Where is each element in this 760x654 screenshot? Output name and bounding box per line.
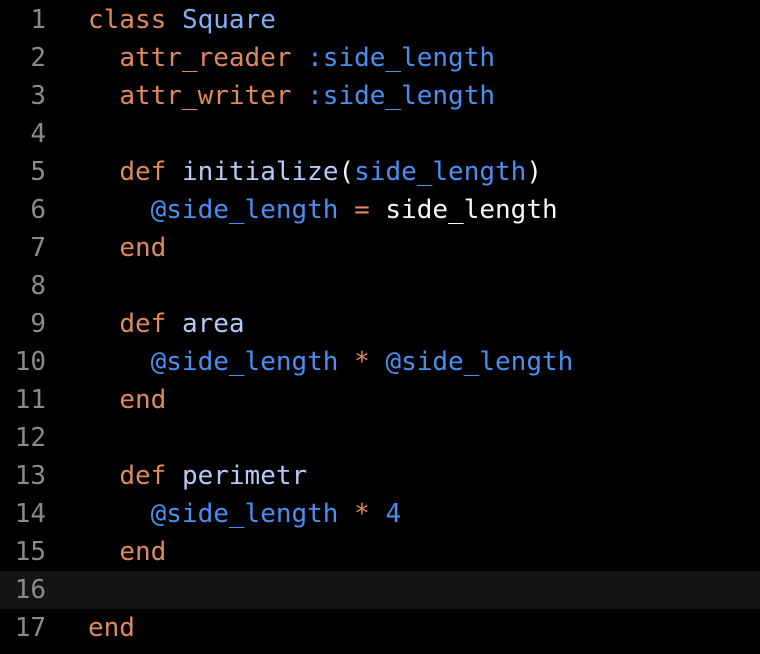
code-line[interactable]: 8 [0,267,760,305]
code-text: end [88,229,166,267]
code-line[interactable]: 14 @side_length * 4 [0,495,760,533]
class-name-token: Square [181,5,276,35]
code-line[interactable]: 10 @side_length * @side_length [0,343,760,381]
operator-token: = [354,195,370,225]
line-number: 17 [14,613,46,643]
code-text: @side_length * 4 [88,495,401,533]
instance-variable-token: @side_length [150,347,339,377]
line-number: 10 [14,347,46,377]
instance-variable-token: @side_length [150,195,339,225]
code-line[interactable]: 12 [0,419,760,457]
instance-variable-token: @side_length [150,499,339,529]
code-text: class Square [88,1,276,39]
line-number: 7 [30,233,46,263]
code-text: attr_reader :side_length [88,39,495,77]
line-number: 3 [30,81,46,111]
code-line[interactable]: 16 [0,571,760,609]
punctuation-token: ) [526,157,542,187]
code-line[interactable]: 6 @side_length = side_length [0,191,760,229]
operator-token: * [354,347,370,377]
line-number: 1 [30,5,46,35]
keyword-token: attr_reader [119,43,292,73]
method-name-token: initialize [181,157,339,187]
code-line[interactable]: 5 def initialize(side_length) [0,153,760,191]
method-name-token: perimetr [181,461,308,491]
code-line[interactable]: 1 class Square [0,1,760,39]
keyword-token: end [119,537,167,567]
code-text: def area [88,305,245,343]
keyword-token: def [119,461,167,491]
code-line[interactable]: 2 attr_reader :side_length [0,39,760,77]
code-text: end [88,609,135,647]
code-text: @side_length = side_length [88,191,558,229]
symbol-token: side_length [354,157,527,187]
line-number: 14 [14,499,46,529]
code-line[interactable]: 9 def area [0,305,760,343]
punctuation-token: ( [338,157,355,187]
line-number: 9 [30,309,46,339]
keyword-token: end [119,385,167,415]
method-name-token: area [181,309,245,339]
code-text: end [88,533,166,571]
keyword-token: attr_writer [119,81,292,111]
keyword-token: end [88,613,135,643]
code-line[interactable]: 4 [0,115,760,153]
keyword-token: end [119,233,167,263]
symbol-token: :side_length [307,81,495,111]
line-number: 5 [30,157,46,187]
code-text: attr_writer :side_length [88,77,495,115]
code-line[interactable]: 7 end [0,229,760,267]
keyword-token: def [119,157,167,187]
keyword-token: class [88,5,167,35]
code-line[interactable]: 11 end [0,381,760,419]
code-text: end [88,381,166,419]
instance-variable-token: @side_length [385,347,574,377]
code-text: @side_length * @side_length [88,343,574,381]
code-line[interactable]: 17 end [0,609,760,647]
number-token: 4 [385,499,402,529]
line-number: 8 [30,271,46,301]
line-number: 2 [30,43,46,73]
symbol-token: :side_length [307,43,495,73]
line-number: 15 [14,537,46,567]
operator-token: * [354,499,370,529]
plain-token: side_length [369,195,558,225]
line-number: 13 [14,461,46,491]
code-editor[interactable]: 1 class Square 2 attr_reader :side_length 3… [0,0,760,654]
keyword-token: def [119,309,167,339]
code-line[interactable]: 3 attr_writer :side_length [0,77,760,115]
code-text: def initialize(side_length) [88,153,542,191]
code-line[interactable]: 15 end [0,533,760,571]
line-number: 11 [14,385,46,415]
line-number: 6 [30,195,46,225]
line-number: 12 [14,423,46,453]
line-number: 4 [30,119,46,149]
line-number: 16 [14,575,46,605]
code-line[interactable]: 13 def perimetr [0,457,760,495]
code-text: def perimetr [88,457,307,495]
